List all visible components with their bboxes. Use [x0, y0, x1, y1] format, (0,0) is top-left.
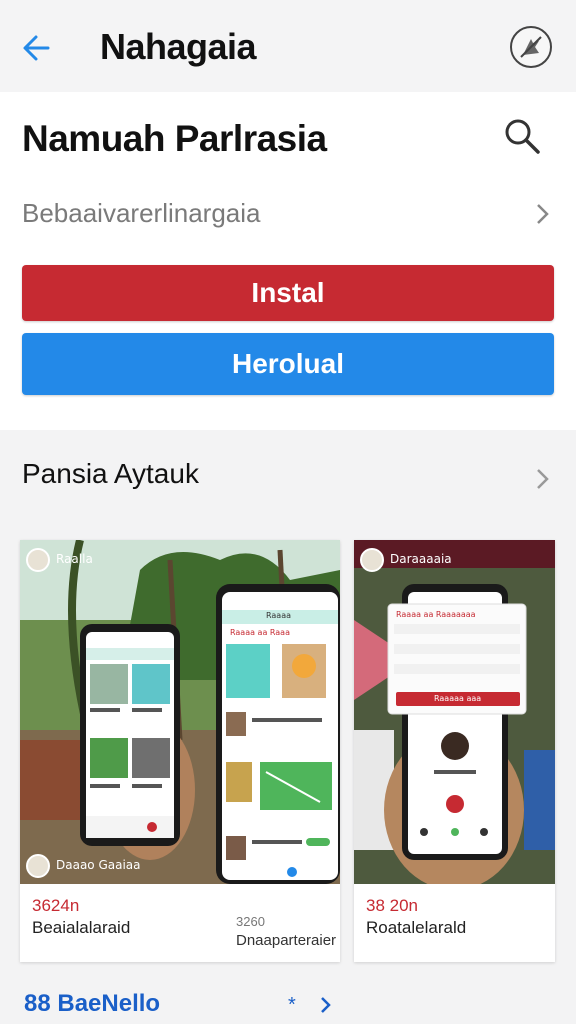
search-button[interactable]	[500, 114, 544, 158]
dialog-title: Raaaa aa Raaaaaaa	[396, 610, 476, 619]
back-button[interactable]	[18, 28, 58, 68]
arrow-left-icon	[23, 35, 50, 61]
screenshot-card[interactable]: Daraaaaia Raaaa aa Raaaaaaa Raaaaa aaa 3…	[354, 540, 555, 962]
screenshot-card[interactable]: Raalla Daaao Gaaiaa Raaaa Raaaa aa Raaa …	[20, 540, 340, 962]
phone-row: Raaaa aa Raaa	[230, 628, 290, 637]
app-subtitle[interactable]: Bebaaivarerlinargaia	[22, 198, 260, 229]
screenshot-header: Daraaaaia	[390, 552, 452, 566]
chevron-right-icon[interactable]	[532, 200, 554, 228]
phone-caption-bottom: Dnaaparteraier	[236, 932, 337, 949]
chevron-right-icon[interactable]	[532, 465, 554, 493]
screenshot-label-top: 3624n	[32, 896, 80, 915]
screenshot-label-bottom: Roatalelarald	[366, 918, 467, 937]
screenshot-header: Raalla	[56, 552, 93, 566]
screenshot-label-top: 38 20n	[366, 896, 418, 915]
star-icon[interactable]: *	[288, 994, 296, 1017]
dialog-button[interactable]: Raaaaa aaa	[434, 694, 481, 703]
top-app-bar: Nahagaia	[0, 0, 576, 92]
secondary-button[interactable]: Herolual	[22, 333, 554, 395]
chevron-right-icon[interactable]	[318, 994, 334, 1016]
phone-title: Raaaa	[266, 611, 291, 620]
screenshot-label-bottom: Beaialalaraid	[32, 918, 131, 937]
screenshot-image: Raalla Daaao Gaaiaa Raaaa Raaaa aa Raaa	[20, 540, 340, 884]
bottom-link[interactable]: 88 BaeNello	[24, 990, 160, 1018]
screenshot-image: Daraaaaia Raaaa aa Raaaaaaa Raaaaa aaa	[354, 540, 555, 884]
section-title[interactable]: Pansia Aytauk	[22, 458, 199, 490]
topbar-title: Nahagaia	[100, 26, 257, 67]
phone-caption-top: 3260	[236, 914, 265, 929]
profile-icon	[520, 36, 542, 58]
install-button[interactable]: Instal	[22, 265, 554, 321]
profile-button[interactable]	[510, 26, 552, 68]
search-icon	[505, 119, 540, 154]
screenshot-footer-name: Daaao Gaaiaa	[56, 858, 141, 872]
app-name: Namuah Parlrasia	[22, 118, 327, 159]
